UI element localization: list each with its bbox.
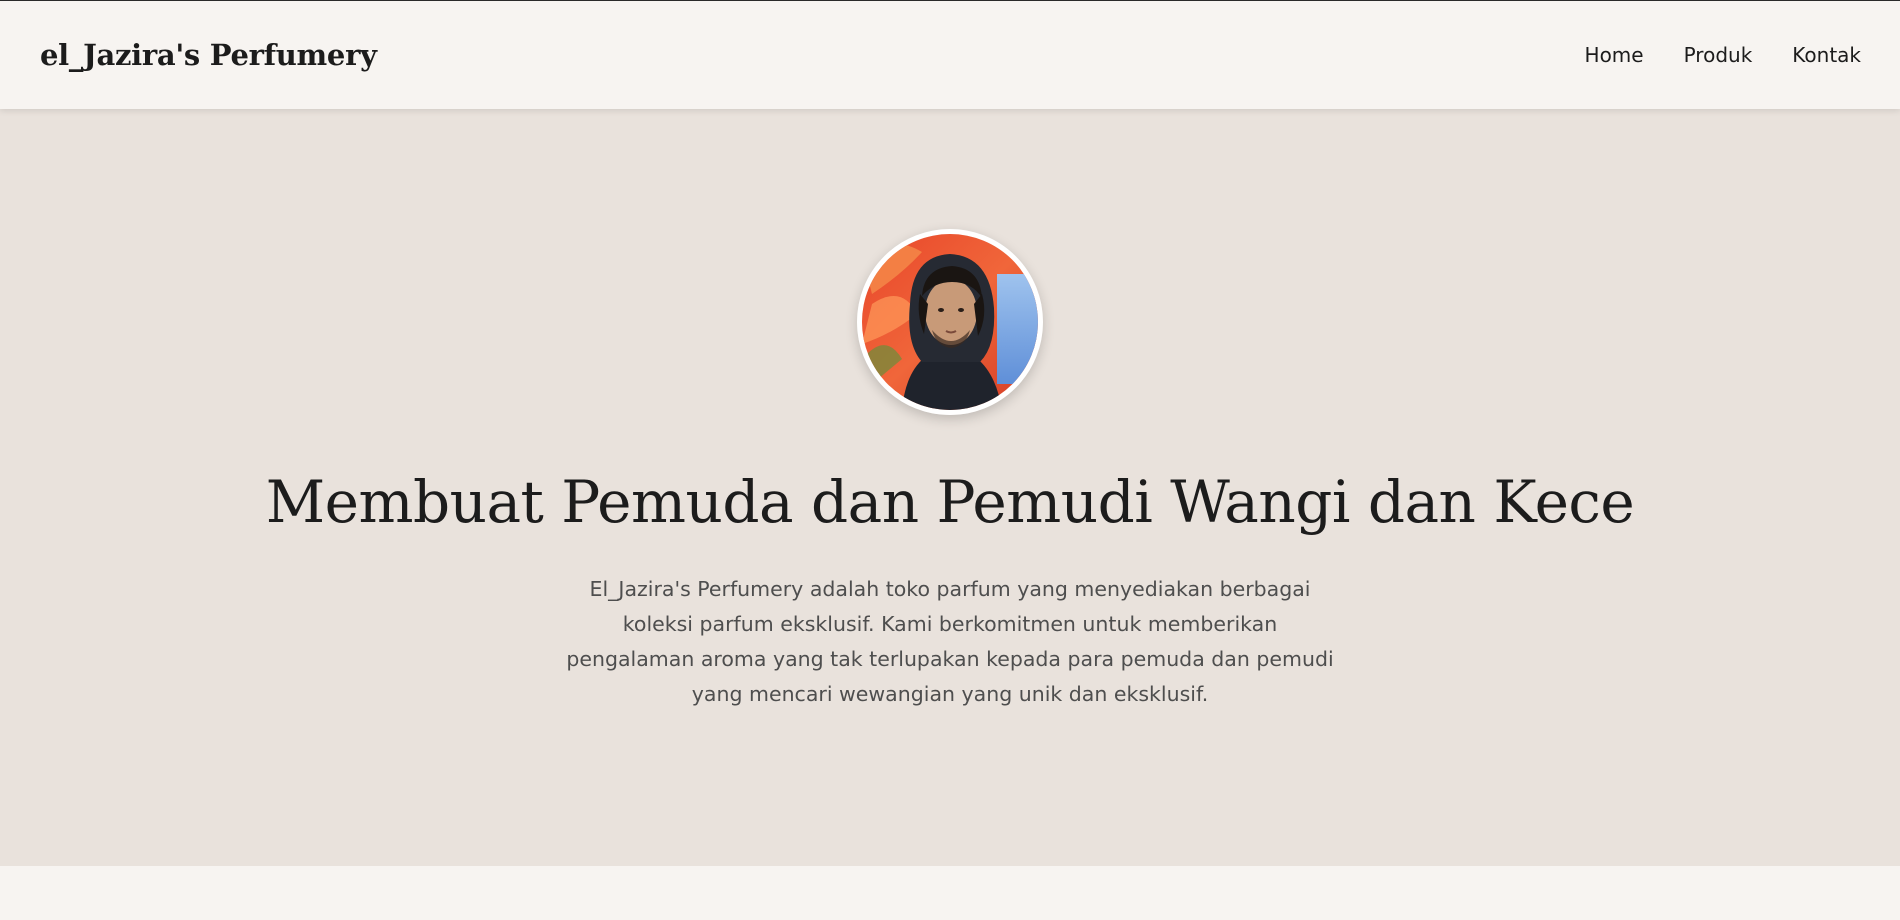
hero-section: Membuat Pemuda dan Pemudi Wangi dan Kece…: [0, 109, 1900, 866]
page: el_Jazira's Perfumery Home Produk Kontak: [0, 0, 1900, 920]
nav-link-produk[interactable]: Produk: [1684, 43, 1753, 67]
nav-link-kontak[interactable]: Kontak: [1792, 43, 1861, 67]
brand-logo-text[interactable]: el_Jazira's Perfumery: [40, 38, 377, 72]
next-section-start: [0, 866, 1900, 920]
top-border: [0, 0, 1900, 1]
hero-title: Membuat Pemuda dan Pemudi Wangi dan Kece: [265, 468, 1635, 536]
hero-description: El_Jazira's Perfumery adalah toko parfum…: [566, 577, 1334, 706]
avatar: [857, 229, 1043, 415]
main-nav: Home Produk Kontak: [1545, 43, 1861, 67]
avatar-photo: [862, 234, 1038, 410]
site-header: el_Jazira's Perfumery Home Produk Kontak: [0, 0, 1900, 109]
nav-link-home[interactable]: Home: [1585, 43, 1644, 67]
